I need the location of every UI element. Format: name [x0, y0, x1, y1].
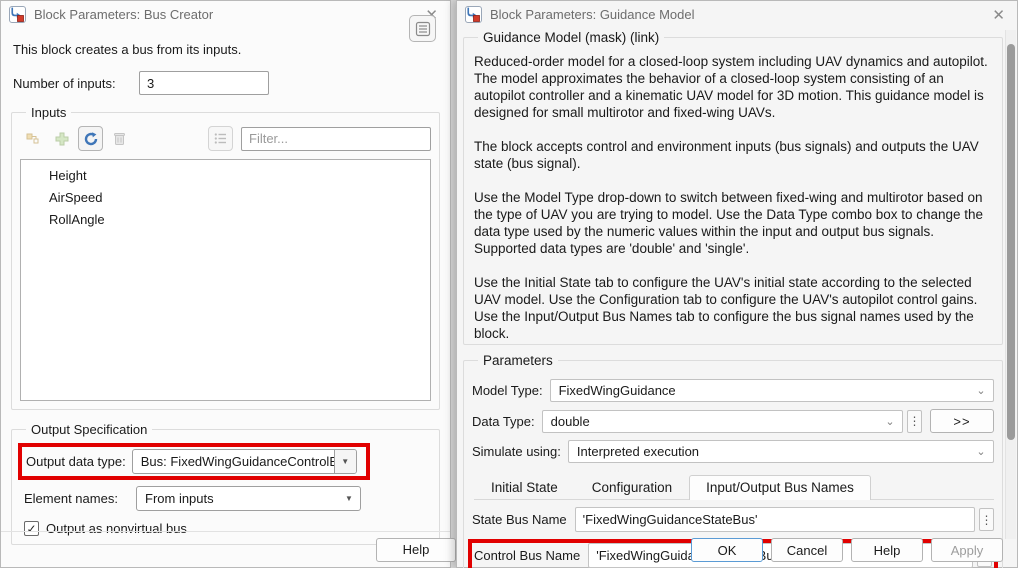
parameters-group: Parameters Model Type: FixedWingGuidance… [463, 353, 1003, 568]
kebab-icon: ⋮ [981, 513, 993, 527]
kebab-icon: ⋮ [909, 414, 921, 428]
state-bus-name-input[interactable] [575, 507, 975, 532]
mask-group-legend: Guidance Model (mask) (link) [478, 30, 664, 45]
simulate-using-combobox[interactable]: Interpreted execution ⌄ [568, 440, 994, 463]
list-item[interactable]: Height [21, 165, 430, 187]
mask-description-paragraph: Reduced-order model for a closed-loop sy… [474, 53, 992, 121]
delete-button[interactable] [107, 126, 132, 151]
list-item[interactable]: RollAngle [21, 209, 430, 231]
data-type-combobox[interactable]: double ⌄ [542, 410, 903, 433]
element-names-combobox[interactable]: From inputs ▼ [136, 486, 361, 511]
tab-initial-state[interactable]: Initial State [474, 475, 575, 500]
help-button[interactable]: Help [376, 538, 456, 562]
bus-creator-titlebar: Block Parameters: Bus Creator ✕ [1, 1, 450, 28]
simulink-block-icon [9, 6, 26, 23]
help-button[interactable]: Help [851, 538, 923, 562]
list-view-icon [213, 131, 228, 146]
data-type-assistant-button[interactable] [409, 15, 436, 42]
output-data-type-value: Bus: FixedWingGuidanceControlBus [133, 454, 334, 469]
expand-dialog-button[interactable]: >> [930, 409, 994, 433]
model-type-value: FixedWingGuidance [551, 383, 969, 398]
chevron-down-icon: ⌄ [969, 445, 993, 458]
list-view-button[interactable] [208, 126, 233, 151]
tabbar: Initial State Configuration Input/Output… [474, 475, 994, 500]
chevron-down-icon: ⌄ [969, 384, 993, 397]
data-type-assistant-icon [415, 21, 431, 37]
output-data-type-label: Output data type: [26, 454, 126, 469]
dialog-title: Block Parameters: Bus Creator [34, 7, 413, 22]
mask-description-group: Guidance Model (mask) (link) Reduced-ord… [463, 30, 1003, 345]
add-input-button[interactable] [49, 126, 74, 151]
block-description: This block creates a bus from its inputs… [13, 42, 438, 57]
trash-icon [112, 131, 127, 146]
tab-configuration[interactable]: Configuration [575, 475, 689, 500]
control-bus-name-label: Control Bus Name [474, 548, 580, 563]
refresh-button[interactable] [78, 126, 103, 151]
list-item[interactable]: AirSpeed [21, 187, 430, 209]
apply-button: Apply [931, 538, 1003, 562]
simulink-block-icon [465, 6, 482, 23]
element-names-value: From inputs [137, 491, 338, 506]
guidance-model-titlebar: Block Parameters: Guidance Model ✕ [457, 1, 1017, 28]
inputs-group-legend: Inputs [26, 105, 71, 120]
right-dialog-buttonbar: OK Cancel Help Apply [691, 538, 1003, 562]
simulate-using-value: Interpreted execution [569, 444, 969, 459]
model-type-combobox[interactable]: FixedWingGuidance ⌄ [550, 379, 994, 402]
scrollbar-thumb[interactable] [1007, 44, 1015, 440]
element-names-label: Element names: [24, 491, 136, 506]
dropdown-arrow-icon[interactable]: ▼ [334, 450, 356, 473]
add-signal-button[interactable] [20, 126, 45, 151]
tab-input-output-bus-names[interactable]: Input/Output Bus Names [689, 475, 871, 500]
mask-description-paragraph: The block accepts control and environmen… [474, 138, 992, 172]
simulate-using-label: Simulate using: [472, 444, 561, 459]
signal-hierarchy-icon [25, 131, 41, 147]
dialog-title: Block Parameters: Guidance Model [490, 7, 980, 22]
guidance-model-dialog: Block Parameters: Guidance Model ✕ Guida… [456, 0, 1018, 568]
cancel-button[interactable]: Cancel [771, 538, 843, 562]
data-type-options-button[interactable]: ⋮ [907, 410, 922, 433]
bus-creator-dialog: Block Parameters: Bus Creator ✕ This blo… [0, 0, 451, 568]
inputs-group: Inputs [11, 105, 440, 410]
vertical-scrollbar[interactable] [1005, 30, 1016, 539]
chevron-down-icon: ⌄ [878, 415, 902, 428]
dropdown-arrow-icon[interactable]: ▼ [338, 487, 360, 510]
state-bus-options-button[interactable]: ⋮ [979, 508, 994, 531]
number-of-inputs-input[interactable] [139, 71, 269, 95]
filter-input[interactable] [241, 127, 431, 151]
data-type-value: double [543, 414, 878, 429]
mask-description-paragraph: Use the Initial State tab to configure t… [474, 274, 992, 342]
annotation-highlight-output-data-type: Output data type: Bus: FixedWingGuidance… [18, 443, 370, 480]
output-data-type-combobox[interactable]: Bus: FixedWingGuidanceControlBus ▼ [132, 449, 357, 474]
data-type-label: Data Type: [472, 414, 535, 429]
number-of-inputs-label: Number of inputs: [13, 76, 139, 91]
model-type-label: Model Type: [472, 383, 543, 398]
ok-button[interactable]: OK [691, 538, 763, 562]
state-bus-name-label: State Bus Name [472, 512, 567, 527]
inputs-toolbar [20, 126, 431, 151]
output-specification-legend: Output Specification [26, 422, 152, 437]
inputs-list[interactable]: Height AirSpeed RollAngle [20, 159, 431, 401]
plus-icon [54, 131, 70, 147]
close-icon[interactable]: ✕ [988, 6, 1009, 24]
mask-description-paragraph: Use the Model Type drop-down to switch b… [474, 189, 992, 257]
output-specification-group: Output Specification Output data type: B… [11, 422, 440, 545]
refresh-icon [83, 131, 99, 147]
left-dialog-buttonbar: Help [1, 531, 450, 567]
parameters-group-legend: Parameters [478, 353, 558, 368]
